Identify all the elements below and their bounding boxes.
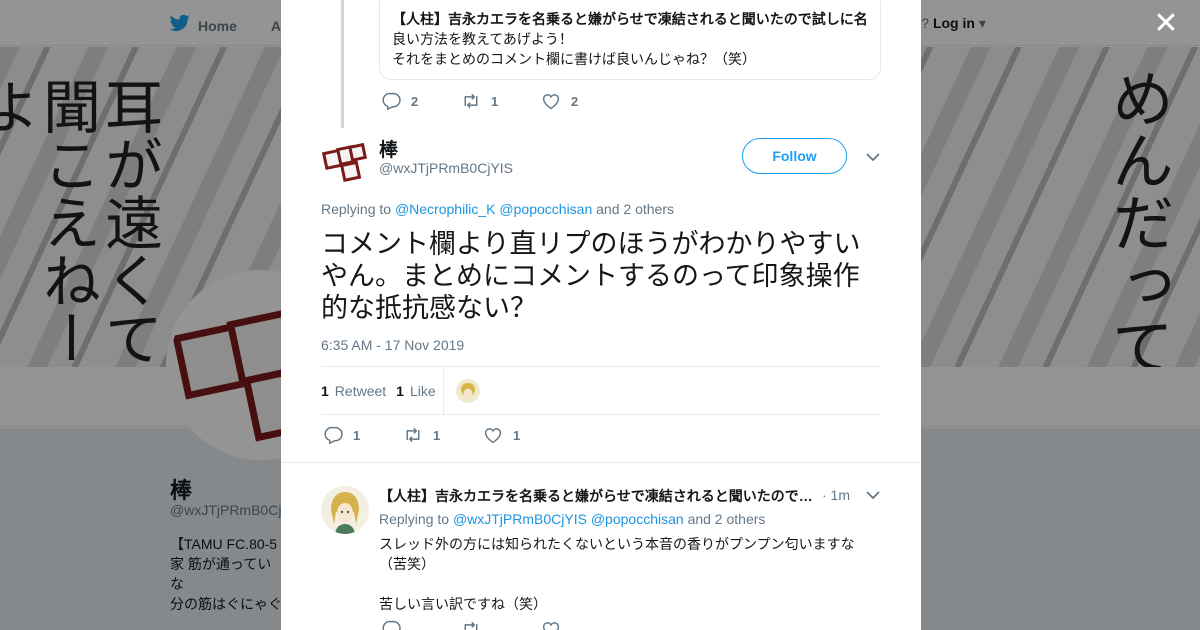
retweet-icon <box>406 427 420 443</box>
like-button[interactable]: 2 <box>541 92 621 110</box>
replying-prefix: Replying to <box>321 201 392 217</box>
mention-link[interactable]: @popocchisan <box>499 201 592 217</box>
divider <box>321 414 881 415</box>
retweet-icon <box>464 93 478 109</box>
divider <box>443 367 444 414</box>
reply-tweet-text: スレッド外の方には知られたくないという本音の香りがプンプン匂いますな（苦笑） 苦… <box>379 536 855 612</box>
heart-icon <box>542 622 560 630</box>
thread-connector-line <box>341 0 344 128</box>
retweet-button[interactable]: 1 <box>461 92 541 110</box>
reply-count: 2 <box>411 93 419 109</box>
heart-icon <box>542 94 560 110</box>
tweet-modal: 【人柱】吉永カエラを名乗ると嫌がらせで凍結されると聞いたので試しに名 良い方法を… <box>281 0 921 630</box>
like-stat-label: Like <box>409 382 436 399</box>
retweet-button[interactable]: 1 <box>403 426 483 444</box>
heart-icon <box>484 428 502 444</box>
parent-tweet-actions: 2 1 2 <box>381 92 621 110</box>
chevron-down-icon[interactable] <box>866 152 880 162</box>
replying-suffix[interactable]: and 2 others <box>596 201 674 217</box>
like-stat[interactable]: 1 Like <box>396 383 435 399</box>
reply-author-avatar[interactable] <box>321 486 369 534</box>
replying-prefix: Replying to <box>379 511 450 527</box>
retweet-count: 1 <box>491 93 499 109</box>
mention-link[interactable]: @popocchisan <box>591 511 684 527</box>
reply-button[interactable] <box>381 620 461 630</box>
replying-to: Replying to @wxJTjPRmB0CjYIS @popocchisa… <box>379 511 765 527</box>
like-button[interactable] <box>541 620 621 630</box>
like-count: 2 <box>571 93 579 109</box>
reply-tweet-actions <box>381 620 621 630</box>
retweet-button[interactable] <box>461 620 541 630</box>
reply-button[interactable]: 2 <box>381 92 461 110</box>
reply-timestamp[interactable]: · 1m <box>822 487 850 503</box>
like-count: 1 <box>513 427 521 443</box>
follow-button[interactable]: Follow <box>742 138 847 174</box>
replying-to: Replying to @Necrophilic_K @popocchisan … <box>321 201 674 217</box>
author-handle[interactable]: @wxJTjPRmB0CjYIS <box>379 160 513 176</box>
retweet-stat-label: Retweet <box>334 382 387 399</box>
like-button[interactable]: 1 <box>483 426 563 444</box>
tweet-actions: 1 1 1 <box>323 426 563 444</box>
reply-icon <box>324 426 343 444</box>
reply-icon <box>382 92 401 110</box>
retweet-stat-count: 1 <box>321 382 329 399</box>
replying-suffix[interactable]: and 2 others <box>688 511 766 527</box>
tweet-stats: 1 Retweet 1 Like <box>321 367 446 414</box>
retweet-stat[interactable]: 1 Retweet <box>321 383 386 399</box>
reply-author-name[interactable]: 【人柱】吉永カエラを名乗ると嫌がらせで凍結されると聞いたので試しに名乗ってみた <box>379 486 819 506</box>
divider <box>281 462 921 463</box>
quoted-tweet-line: それをまとめのコメント欄に書けば良いんじゃね？（笑） <box>392 51 756 67</box>
quoted-tweet-title: 【人柱】吉永カエラを名乗ると嫌がらせで凍結されると聞いたので試しに名 <box>392 11 868 27</box>
close-icon[interactable]: ✕ <box>1152 9 1180 39</box>
retweet-icon <box>464 621 478 630</box>
chevron-down-icon[interactable] <box>866 490 880 500</box>
reply-button[interactable]: 1 <box>323 426 403 444</box>
tweet-timestamp[interactable]: 6:35 AM - 17 Nov 2019 <box>321 337 464 353</box>
retweet-count: 1 <box>433 427 441 443</box>
author-name[interactable]: 棒 <box>379 135 398 162</box>
mention-link[interactable]: @Necrophilic_K <box>395 201 496 217</box>
author-avatar[interactable] <box>321 138 369 186</box>
quoted-tweet-card[interactable]: 【人柱】吉永カエラを名乗ると嫌がらせで凍結されると聞いたので試しに名 良い方法を… <box>379 0 881 80</box>
mention-link[interactable]: @wxJTjPRmB0CjYIS <box>453 511 587 527</box>
tweet-text: コメント欄より直リプのほうがわかりやすいやん。まとめにコメントするのって印象操作… <box>321 229 861 323</box>
like-stat-count: 1 <box>396 382 404 399</box>
quoted-tweet-line: 良い方法を教えてあげよう！ <box>392 31 573 47</box>
liker-avatar[interactable] <box>456 379 480 403</box>
reply-count: 1 <box>353 427 361 443</box>
reply-icon <box>382 620 401 630</box>
